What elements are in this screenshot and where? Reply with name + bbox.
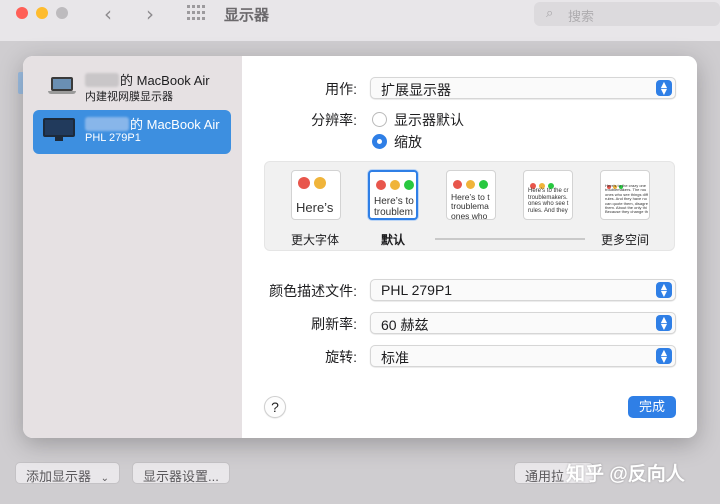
- monitor-icon: [43, 118, 75, 142]
- display-settings-button[interactable]: 显示器设置...: [132, 462, 230, 484]
- redacted-name: [85, 117, 129, 131]
- color-profile-label: 颜色描述文件:: [269, 283, 357, 299]
- scale-option-3[interactable]: Here’s to t troublema ones who: [446, 170, 496, 220]
- radio-scaled-label: 缩放: [394, 134, 422, 150]
- display-item-external[interactable]: 的 MacBook Air PHL 279P1: [33, 110, 231, 154]
- display-subtitle: PHL 279P1: [85, 132, 141, 144]
- minimize-window-button[interactable]: [36, 7, 48, 19]
- rotation-popup[interactable]: 标准 ▲ ▼: [370, 345, 676, 367]
- back-arrow-icon[interactable]: ‹: [104, 2, 112, 26]
- show-all-grid-icon[interactable]: [187, 5, 205, 21]
- rotation-label: 旋转:: [325, 349, 357, 365]
- color-profile-popup[interactable]: PHL 279P1 ▲ ▼: [370, 279, 676, 301]
- display-list-sidebar: 的 MacBook Air 内建视网膜显示器 的 MacBook Air PHL…: [23, 56, 242, 438]
- popup-chevron-icon: ▲ ▼: [656, 80, 672, 96]
- scale-option-default[interactable]: Here’s to troublem: [368, 170, 418, 220]
- search-field[interactable]: ⌕ 搜索: [534, 2, 720, 26]
- popup-chevron-icon: ▲ ▼: [656, 348, 672, 364]
- chevron-down-icon: ⌄: [100, 473, 110, 484]
- zoom-window-button[interactable]: [56, 7, 68, 19]
- display-name: 的 MacBook Air: [85, 114, 220, 133]
- background-toolbar: ‹ › 显示器 ⌕ 搜索: [0, 0, 720, 42]
- scale-option-larger-text[interactable]: Here’s: [291, 170, 341, 220]
- use-as-value: 扩展显示器: [381, 82, 451, 98]
- refresh-rate-label: 刷新率:: [311, 316, 357, 332]
- resolution-label: 分辨率:: [311, 112, 357, 128]
- redacted-name: [85, 73, 119, 87]
- radio-default-resolution[interactable]: [372, 112, 387, 127]
- popup-chevron-icon: ▲ ▼: [656, 315, 672, 331]
- scale-label-default: 默认: [381, 233, 406, 247]
- add-display-label: 添加显示器: [26, 469, 92, 484]
- rotation-value: 标准: [381, 350, 409, 366]
- refresh-rate-popup[interactable]: 60 赫兹 ▲ ▼: [370, 312, 676, 334]
- search-icon: ⌕: [546, 5, 554, 20]
- done-button[interactable]: 完成: [628, 396, 676, 418]
- radio-default-label: 显示器默认: [394, 112, 464, 128]
- scale-options: Here’s Here’s to troublem Here’s to t tr…: [264, 161, 675, 251]
- close-window-button[interactable]: [16, 7, 28, 19]
- scale-option-more-space[interactable]: Here's to the crazy one troublemakers. T…: [600, 170, 650, 220]
- help-button[interactable]: ?: [264, 396, 286, 418]
- radio-scaled[interactable]: [372, 134, 387, 149]
- laptop-icon: [48, 77, 76, 95]
- refresh-rate-value: 60 赫兹: [381, 317, 429, 333]
- add-display-button[interactable]: 添加显示器 ⌄: [15, 462, 121, 484]
- scale-option-4[interactable]: Here's to the cr troublemakers. ones who…: [523, 170, 573, 220]
- window-title: 显示器: [224, 7, 270, 24]
- settings-pane: 用作: 扩展显示器 ▲ ▼ 分辨率: 显示器默认 缩放 Here’s Here’s…: [242, 56, 697, 438]
- display-item-builtin[interactable]: 的 MacBook Air 内建视网膜显示器: [33, 66, 231, 110]
- color-profile-value: PHL 279P1: [381, 282, 453, 298]
- search-placeholder: 搜索: [568, 9, 595, 24]
- scale-label-larger-text: 更大字体: [291, 233, 340, 247]
- display-name: 的 MacBook Air: [85, 70, 210, 89]
- watermark-text: 知乎 @反向人: [566, 464, 685, 485]
- scale-slider-track: [435, 238, 585, 240]
- display-subtitle: 内建视网膜显示器: [85, 91, 173, 103]
- use-as-label: 用作:: [325, 81, 357, 97]
- scale-label-more-space: 更多空间: [601, 233, 650, 247]
- forward-arrow-icon[interactable]: ›: [146, 2, 154, 26]
- display-settings-sheet: 的 MacBook Air 内建视网膜显示器 的 MacBook Air PHL…: [23, 56, 697, 438]
- popup-chevron-icon: ▲ ▼: [656, 282, 672, 298]
- use-as-popup[interactable]: 扩展显示器 ▲ ▼: [370, 77, 676, 99]
